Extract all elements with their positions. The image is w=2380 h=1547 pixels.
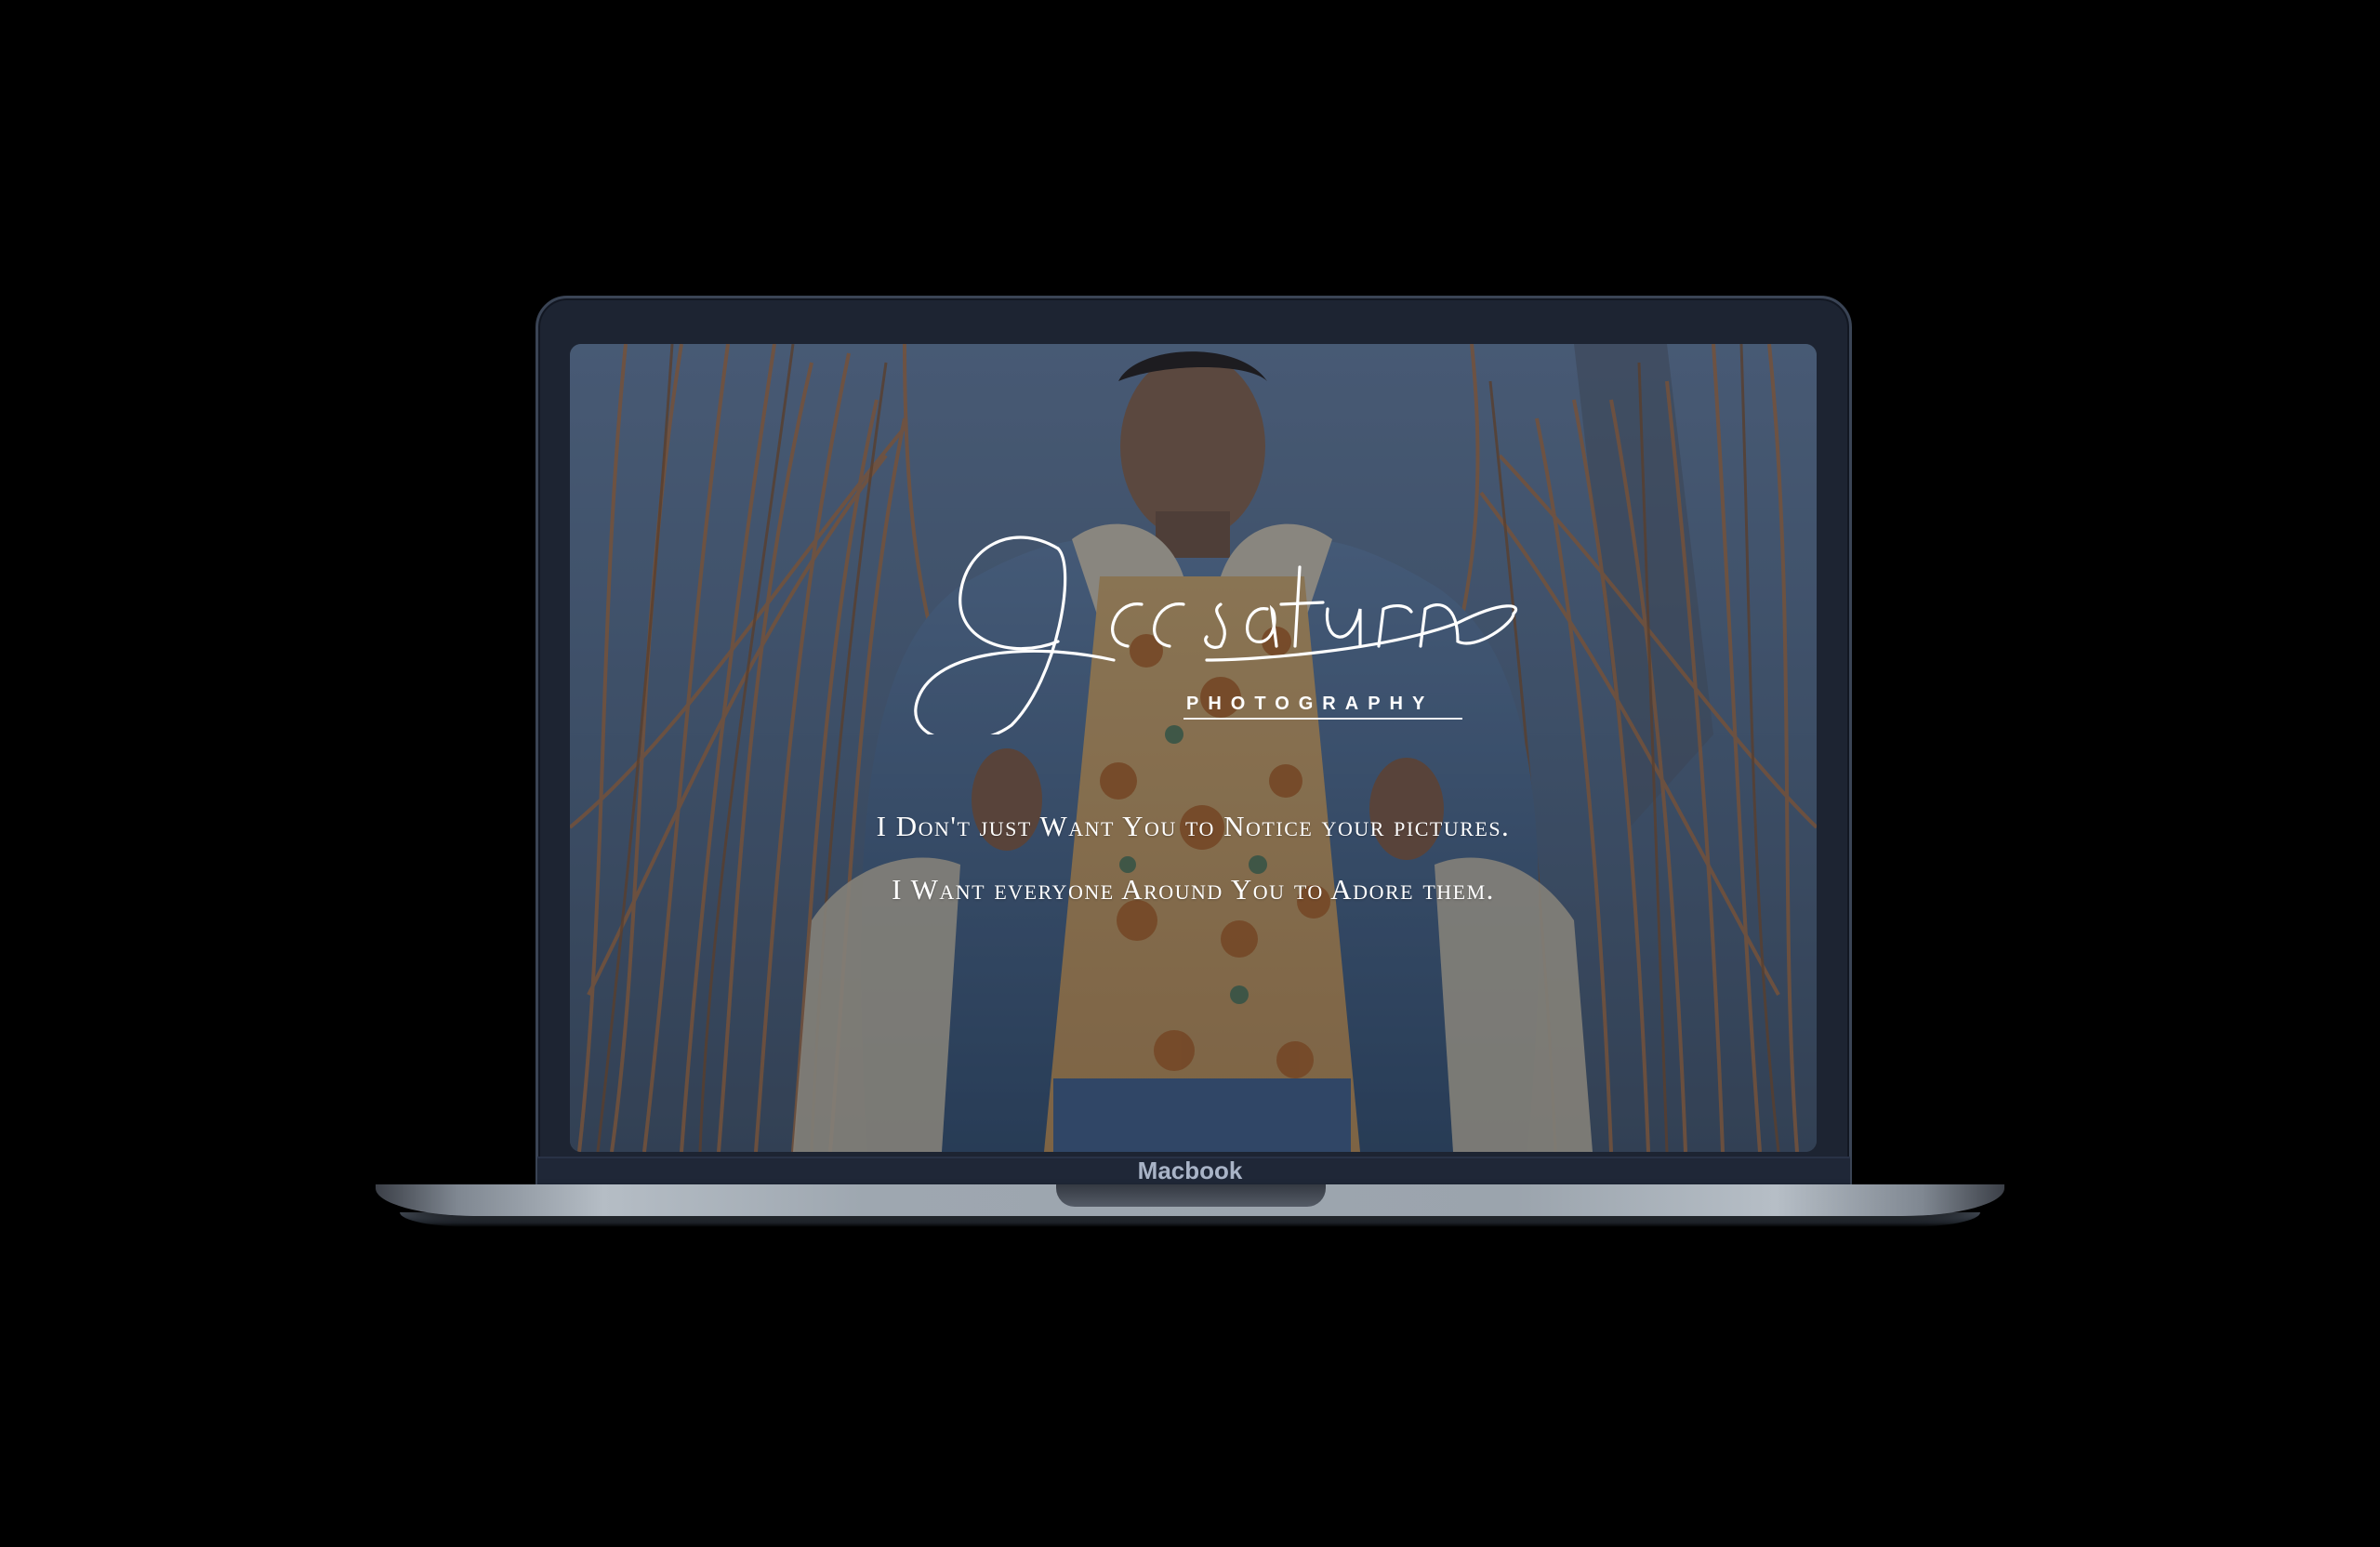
laptop-lid: PHOTOGRAPHY I Don't just Want You to Not… xyxy=(536,296,1852,1188)
logo-underline xyxy=(1183,718,1462,720)
stage: PHOTOGRAPHY I Don't just Want You to Not… xyxy=(0,0,2380,1547)
tagline-line-2: I Want everyone Around You to Adore them… xyxy=(892,873,1495,906)
device-label: Macbook xyxy=(1137,1157,1243,1184)
logo-subtitle: PHOTOGRAPHY xyxy=(1186,694,1435,714)
laptop-notch xyxy=(1056,1184,1326,1207)
brand-block: PHOTOGRAPHY I Don't just Want You to Not… xyxy=(570,344,1817,1152)
screen: PHOTOGRAPHY I Don't just Want You to Not… xyxy=(570,344,1817,1152)
tagline-line-1: I Don't just Want You to Notice your pic… xyxy=(876,810,1511,842)
